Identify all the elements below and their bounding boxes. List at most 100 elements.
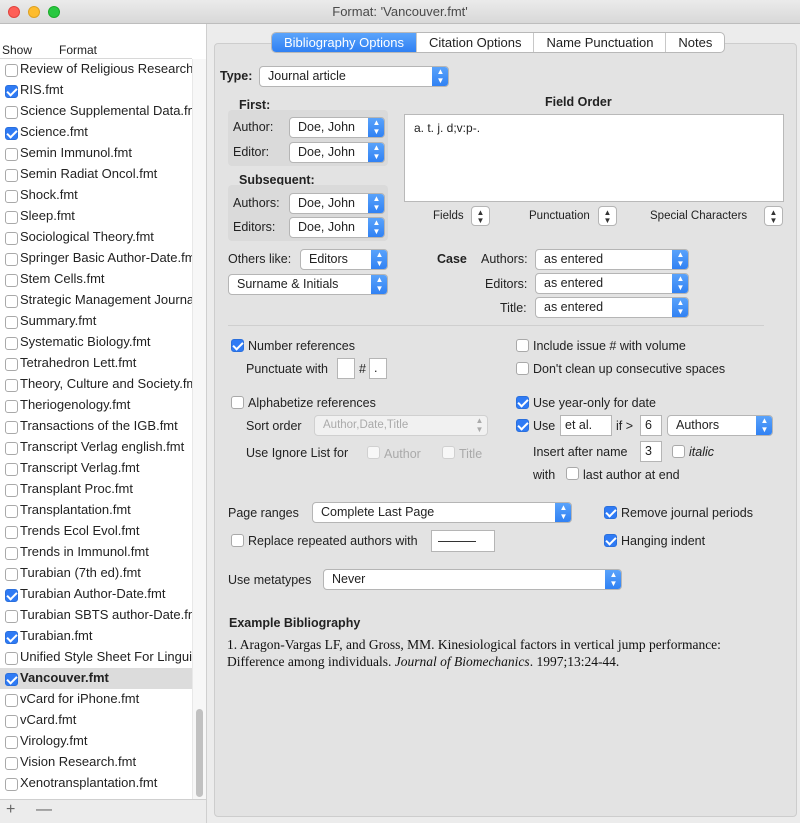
insert-after-field[interactable]: 3 bbox=[640, 441, 662, 462]
format-list-item[interactable]: Vision Research.fmt bbox=[0, 752, 192, 773]
header-format[interactable]: Format bbox=[59, 43, 97, 57]
format-list-item[interactable]: Tetrahedron Lett.fmt bbox=[0, 353, 192, 374]
ignore-author-checkbox[interactable] bbox=[367, 446, 380, 459]
show-checkbox[interactable] bbox=[5, 547, 18, 560]
punct-after-field[interactable]: . bbox=[369, 358, 387, 379]
show-checkbox[interactable] bbox=[5, 463, 18, 476]
hanging-indent-checkbox[interactable] bbox=[604, 534, 617, 547]
format-list-item[interactable]: Review of Religious Research.fmt bbox=[0, 59, 192, 80]
format-list-item[interactable]: Systematic Biology.fmt bbox=[0, 332, 192, 353]
format-list-item[interactable]: Unified Style Sheet For Linguistics.fmt bbox=[0, 647, 192, 668]
show-checkbox[interactable] bbox=[5, 106, 18, 119]
format-list-item[interactable]: Transplantation.fmt bbox=[0, 500, 192, 521]
format-list-item[interactable]: Stem Cells.fmt bbox=[0, 269, 192, 290]
sub-editors-popup[interactable]: Doe, John ▲ ▼ bbox=[289, 217, 385, 238]
remove-periods-checkbox[interactable] bbox=[604, 506, 617, 519]
include-issue-checkbox[interactable] bbox=[516, 339, 529, 352]
format-list-item[interactable]: Turabian (7th ed).fmt bbox=[0, 563, 192, 584]
type-popup[interactable]: Journal article ▲ ▼ bbox=[259, 66, 449, 87]
format-list-item[interactable]: Strategic Management Journal.fmt bbox=[0, 290, 192, 311]
tab-notes[interactable]: Notes bbox=[665, 33, 724, 52]
show-checkbox[interactable] bbox=[5, 232, 18, 245]
format-list-item[interactable]: Springer Basic Author-Date.fmt bbox=[0, 248, 192, 269]
show-checkbox[interactable] bbox=[5, 316, 18, 329]
show-checkbox[interactable] bbox=[5, 274, 18, 287]
format-list-item[interactable]: Transcript Verlag english.fmt bbox=[0, 437, 192, 458]
format-list-item[interactable]: Transcript Verlag.fmt bbox=[0, 458, 192, 479]
header-show[interactable]: Show bbox=[2, 43, 32, 57]
show-checkbox[interactable] bbox=[5, 421, 18, 434]
format-list[interactable]: Review of Religious Research.fmt RIS.fmt S… bbox=[0, 59, 192, 799]
first-editor-popup[interactable]: Doe, John ▲ ▼ bbox=[289, 142, 385, 163]
format-list-item[interactable]: Science Supplemental Data.fmt bbox=[0, 101, 192, 122]
ignore-title-checkbox[interactable] bbox=[442, 446, 455, 459]
format-list-item[interactable]: Semin Radiat Oncol.fmt bbox=[0, 164, 192, 185]
remove-format-button[interactable]: — bbox=[36, 801, 52, 819]
replace-repeated-checkbox[interactable] bbox=[231, 534, 244, 547]
last-author-checkbox[interactable] bbox=[566, 467, 579, 480]
format-list-item[interactable]: Trends Ecol Evol.fmt bbox=[0, 521, 192, 542]
metatypes-popup[interactable]: Never ▲ ▼ bbox=[323, 569, 622, 590]
name-format-popup[interactable]: Surname & Initials ▲ ▼ bbox=[228, 274, 388, 295]
show-checkbox[interactable] bbox=[5, 589, 18, 602]
format-list-item[interactable]: Summary.fmt bbox=[0, 311, 192, 332]
format-list-item[interactable]: vCard.fmt bbox=[0, 710, 192, 731]
sub-authors-popup[interactable]: Doe, John ▲ ▼ bbox=[289, 193, 385, 214]
use-et-al-checkbox[interactable] bbox=[516, 419, 529, 432]
page-ranges-popup[interactable]: Complete Last Page ▲ ▼ bbox=[312, 502, 572, 523]
format-list-item[interactable]: Sleep.fmt bbox=[0, 206, 192, 227]
format-list-item[interactable]: Shock.fmt bbox=[0, 185, 192, 206]
show-checkbox[interactable] bbox=[5, 169, 18, 182]
format-list-item[interactable]: Science.fmt bbox=[0, 122, 192, 143]
show-checkbox[interactable] bbox=[5, 736, 18, 749]
field-order-editor[interactable]: a. t. j. d;v:p-. bbox=[404, 114, 784, 202]
show-checkbox[interactable] bbox=[5, 253, 18, 266]
format-list-item[interactable]: Trends in Immunol.fmt bbox=[0, 542, 192, 563]
alphabetize-checkbox[interactable] bbox=[231, 396, 244, 409]
show-checkbox[interactable] bbox=[5, 64, 18, 77]
show-checkbox[interactable] bbox=[5, 295, 18, 308]
case-editors-popup[interactable]: as entered ▲ ▼ bbox=[535, 273, 689, 294]
show-checkbox[interactable] bbox=[5, 694, 18, 707]
show-checkbox[interactable] bbox=[5, 85, 18, 98]
add-format-button[interactable]: + bbox=[6, 801, 15, 819]
fields-stepper[interactable]: ▲ ▼ bbox=[471, 206, 490, 226]
show-checkbox[interactable] bbox=[5, 757, 18, 770]
case-authors-popup[interactable]: as entered ▲ ▼ bbox=[535, 249, 689, 270]
show-checkbox[interactable] bbox=[5, 442, 18, 455]
special-chars-stepper[interactable]: ▲ ▼ bbox=[764, 206, 783, 226]
tab-name-punctuation[interactable]: Name Punctuation bbox=[533, 33, 665, 52]
number-refs-checkbox[interactable] bbox=[231, 339, 244, 352]
year-only-checkbox[interactable] bbox=[516, 396, 529, 409]
show-checkbox[interactable] bbox=[5, 379, 18, 392]
scrollbar-thumb[interactable] bbox=[196, 709, 203, 797]
show-checkbox[interactable] bbox=[5, 526, 18, 539]
format-list-item[interactable]: Turabian.fmt bbox=[0, 626, 192, 647]
format-list-item[interactable]: Transplant Proc.fmt bbox=[0, 479, 192, 500]
format-list-item[interactable]: Theory, Culture and Society.fmt bbox=[0, 374, 192, 395]
format-list-item[interactable]: RIS.fmt bbox=[0, 80, 192, 101]
show-checkbox[interactable] bbox=[5, 673, 18, 686]
show-checkbox[interactable] bbox=[5, 568, 18, 581]
show-checkbox[interactable] bbox=[5, 505, 18, 518]
show-checkbox[interactable] bbox=[5, 484, 18, 497]
show-checkbox[interactable] bbox=[5, 211, 18, 224]
first-author-popup[interactable]: Doe, John ▲ ▼ bbox=[289, 117, 385, 138]
format-list-item[interactable]: Virology.fmt bbox=[0, 731, 192, 752]
format-list-item[interactable]: vCard for iPhone.fmt bbox=[0, 689, 192, 710]
show-checkbox[interactable] bbox=[5, 148, 18, 161]
show-checkbox[interactable] bbox=[5, 778, 18, 791]
show-checkbox[interactable] bbox=[5, 715, 18, 728]
show-checkbox[interactable] bbox=[5, 190, 18, 203]
show-checkbox[interactable] bbox=[5, 631, 18, 644]
show-checkbox[interactable] bbox=[5, 652, 18, 665]
replace-repeated-field[interactable] bbox=[431, 530, 495, 552]
tab-bibliography-options[interactable]: Bibliography Options bbox=[272, 33, 416, 52]
format-list-item[interactable]: Semin Immunol.fmt bbox=[0, 143, 192, 164]
punct-before-field[interactable] bbox=[337, 358, 355, 379]
case-title-popup[interactable]: as entered ▲ ▼ bbox=[535, 297, 689, 318]
italic-checkbox[interactable] bbox=[672, 445, 685, 458]
format-list-item[interactable]: Theriogenology.fmt bbox=[0, 395, 192, 416]
punctuation-stepper[interactable]: ▲ ▼ bbox=[598, 206, 617, 226]
others-like-popup[interactable]: Editors ▲ ▼ bbox=[300, 249, 388, 270]
